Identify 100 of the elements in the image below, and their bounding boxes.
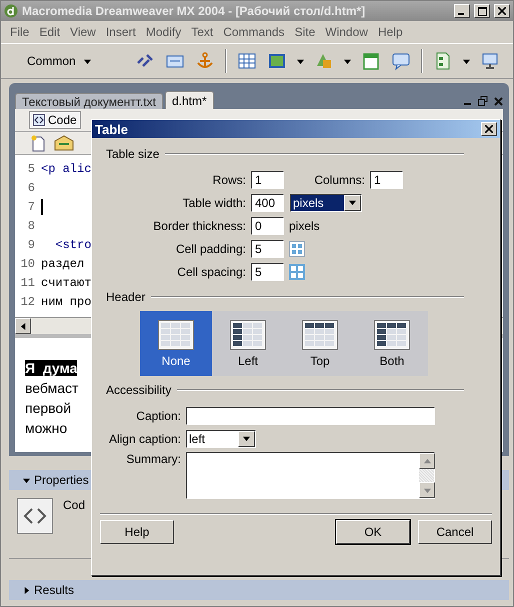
comment-icon[interactable] [390, 51, 411, 71]
menu-item[interactable]: Help [372, 25, 408, 39]
image-icon[interactable] [266, 51, 287, 71]
caret-icon [243, 435, 250, 442]
table-width-field[interactable]: 400 [251, 194, 284, 212]
field-label: Cell spacing: [176, 264, 247, 278]
field-label: Cell padding: [174, 242, 247, 256]
up-arrow-icon [424, 458, 430, 464]
expand-arrow-icon [23, 476, 30, 484]
menu-item[interactable]: Site [290, 25, 320, 39]
line-number: 7 [26, 200, 35, 214]
menu-item[interactable]: Text [186, 25, 218, 39]
header-option[interactable]: Top [284, 311, 356, 376]
field-label: Columns: [313, 172, 366, 186]
close-icon [485, 125, 493, 133]
table-grid-icon [230, 320, 266, 350]
header-option[interactable]: Both [356, 311, 428, 376]
caret-icon [344, 58, 351, 64]
field-label: Summary: [125, 452, 182, 468]
menu-item[interactable]: File [5, 25, 34, 39]
caret-icon [84, 58, 91, 64]
code-text: раздел [41, 256, 84, 270]
line-number: 11 [20, 276, 35, 290]
caret-icon [349, 199, 356, 206]
close-icon[interactable] [494, 96, 503, 106]
menu-item[interactable]: Edit [34, 25, 66, 39]
caption-field[interactable] [186, 406, 435, 424]
columns-field[interactable]: 1 [370, 170, 403, 188]
header-option[interactable]: None [140, 311, 212, 376]
menu-item[interactable]: Insert [100, 25, 141, 39]
summary-field[interactable] [186, 452, 435, 499]
minimize-button[interactable] [454, 4, 470, 18]
code-text: считают [41, 276, 92, 290]
field-label: Border thickness: [152, 218, 247, 232]
dialog-title: Table [95, 122, 128, 136]
rows-field[interactable]: 1 [251, 170, 284, 188]
line-number: 10 [20, 256, 35, 270]
document-tab[interactable]: d.htm* [164, 91, 214, 109]
cell-padding-field[interactable]: 5 [251, 240, 284, 258]
close-icon [498, 7, 506, 15]
calendar-icon[interactable] [360, 51, 381, 71]
border-thickness-field[interactable]: 0 [251, 216, 284, 234]
code-text: ним про [41, 294, 92, 308]
close-button[interactable] [494, 4, 510, 18]
field-label: Caption: [135, 408, 182, 422]
line-number: 8 [26, 218, 35, 232]
code-text: <p alic [41, 162, 92, 176]
down-arrow-icon [424, 486, 430, 494]
maximize-button[interactable] [474, 4, 490, 18]
panel-title: Properties [34, 473, 89, 487]
ok-button[interactable]: OK [336, 520, 410, 544]
monitor-icon[interactable] [480, 51, 500, 71]
line-number: 6 [26, 180, 35, 194]
code-view-button[interactable]: Code [29, 111, 81, 129]
align-caption-select[interactable]: left [186, 430, 256, 448]
maximize-icon [478, 6, 486, 16]
close-button[interactable] [481, 122, 497, 136]
expand-arrow-icon [23, 586, 30, 594]
window-title: Macromedia Dreamweaver MX 2004 - [Рабочий стол/d.htm*] [22, 4, 366, 18]
menu-item[interactable]: Modify [140, 25, 186, 39]
restore-icon[interactable] [478, 96, 488, 106]
new-file-icon[interactable] [29, 134, 47, 152]
menu-item[interactable]: Window [320, 25, 373, 39]
line-number: 9 [26, 238, 35, 252]
section-title: Header [106, 290, 146, 304]
section-title: Accessibility [106, 383, 172, 397]
table-grid-icon [158, 320, 194, 350]
section-title: Table size [106, 147, 160, 161]
results-panel-header[interactable]: Results [9, 580, 509, 600]
field-label: Table width: [182, 196, 247, 210]
line-number: 5 [26, 162, 35, 176]
code-text: <stro [54, 238, 92, 252]
help-button[interactable]: Help [100, 520, 174, 544]
code-icon [17, 498, 53, 534]
cancel-button[interactable]: Cancel [418, 520, 492, 544]
scroll-left-button[interactable] [15, 318, 31, 334]
app-logo-icon [4, 4, 18, 18]
menu-item[interactable]: View [65, 25, 101, 39]
width-unit-select[interactable]: pixels [290, 194, 362, 212]
table-icon[interactable] [236, 51, 257, 71]
line-number: 12 [20, 294, 35, 308]
field-label: Align caption: [108, 432, 182, 446]
unit-label: pixels [289, 218, 320, 232]
folder-icon[interactable] [53, 134, 75, 152]
document-tab[interactable]: Текстовый документт.txt [15, 93, 163, 109]
left-arrow-icon [20, 322, 26, 330]
document-text: можно [25, 420, 68, 436]
header-option[interactable]: Left [212, 311, 284, 376]
menu-item[interactable]: Commands [218, 25, 290, 39]
document-text: вебмаст [25, 380, 78, 396]
caret-icon [296, 58, 304, 64]
panel-title: Results [34, 583, 74, 597]
cell-spacing-field[interactable]: 5 [251, 262, 284, 280]
document-text: Я дума [25, 360, 78, 376]
cell-spacing-icon [289, 264, 305, 280]
properties-label: Cod [63, 498, 86, 514]
caret-icon [462, 58, 470, 64]
document-text: первой [25, 400, 72, 416]
category-dropdown[interactable]: Common [23, 52, 95, 70]
code-icon [33, 114, 45, 126]
